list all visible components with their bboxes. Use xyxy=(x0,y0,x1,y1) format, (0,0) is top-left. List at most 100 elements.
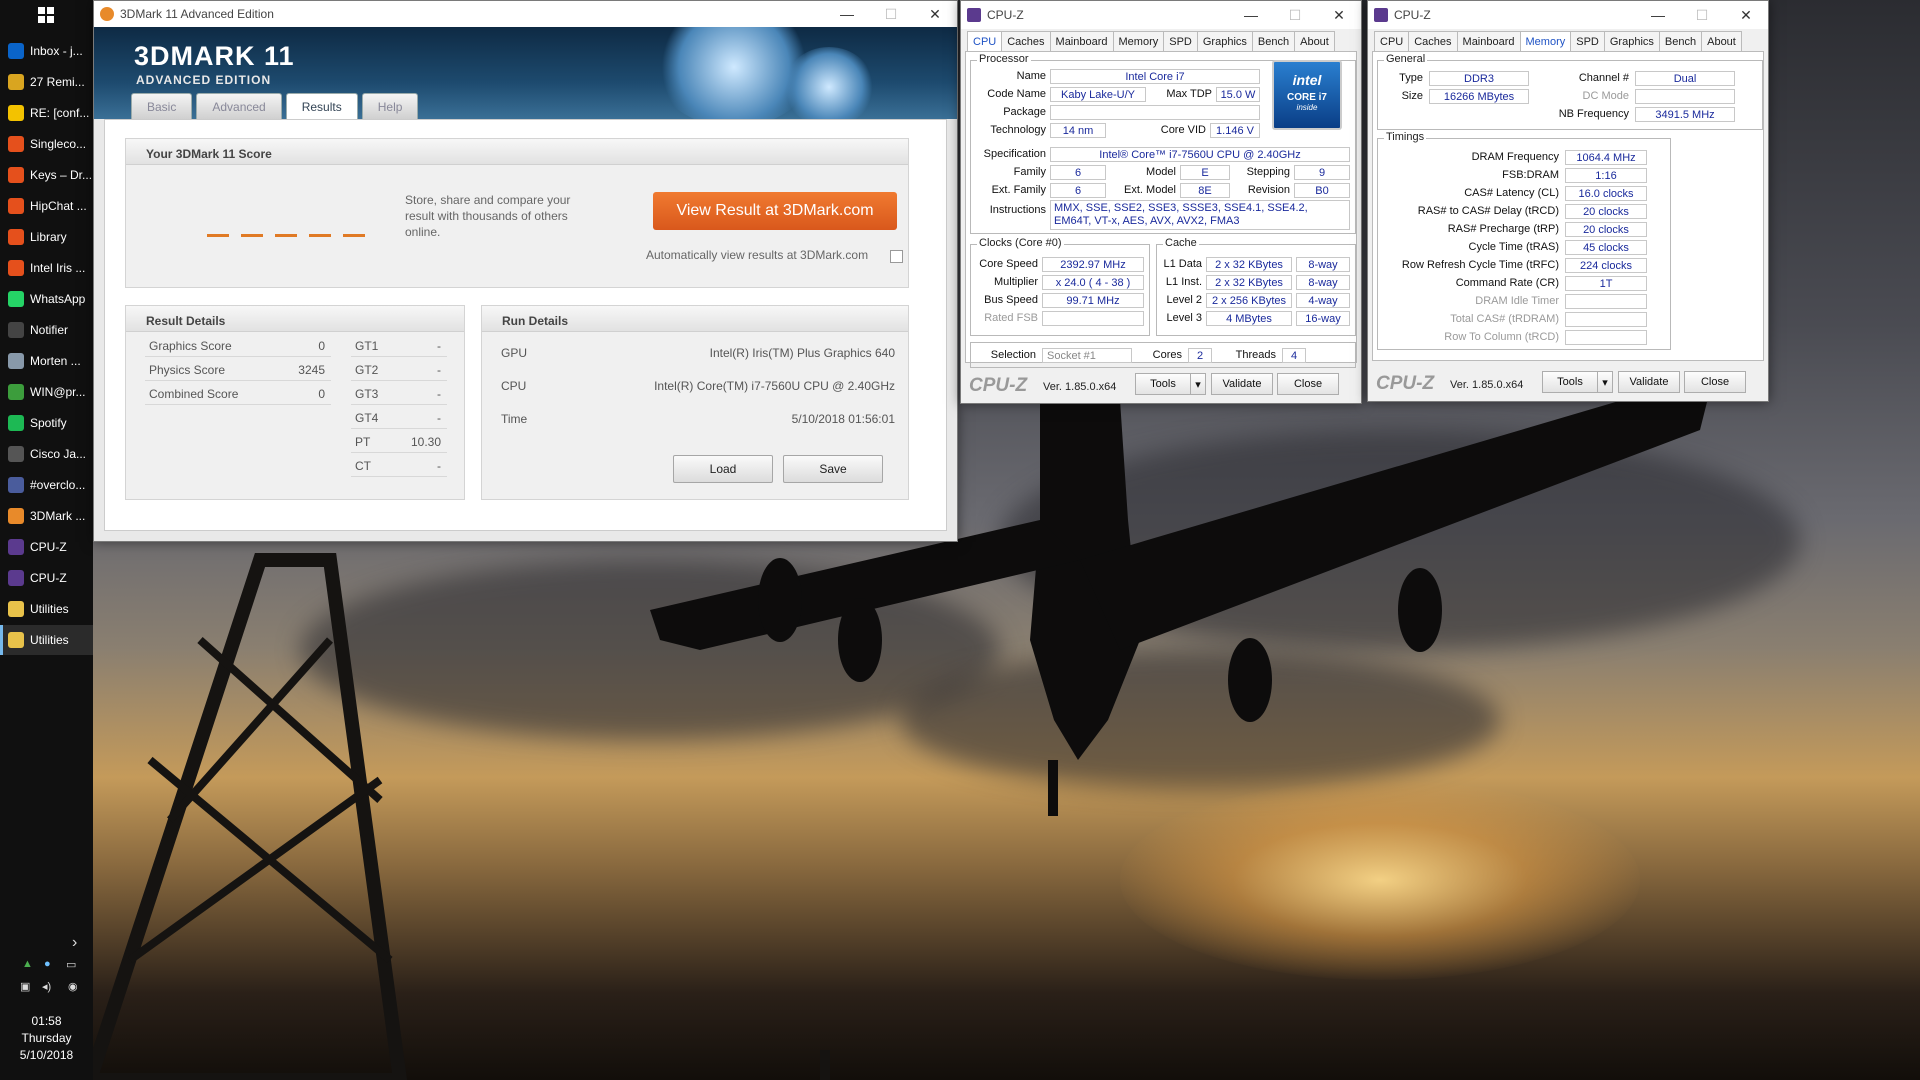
tab-about[interactable]: About xyxy=(1294,31,1335,51)
network-icon[interactable]: ▣ xyxy=(20,980,30,993)
taskbar-item[interactable]: Utilities xyxy=(0,594,93,624)
score-dash xyxy=(309,234,331,237)
nb-frequency-value: 3491.5 MHz xyxy=(1635,107,1735,122)
timing-value: 45 clocks xyxy=(1565,240,1647,255)
validate-button[interactable]: Validate xyxy=(1618,371,1680,393)
tab-memory[interactable]: Memory xyxy=(1519,31,1572,51)
tab-mainboard[interactable]: Mainboard xyxy=(1456,31,1521,51)
timing-label: Total CAS# (tRDRAM) xyxy=(1450,313,1559,325)
firefox-icon xyxy=(8,229,24,245)
tab-about[interactable]: About xyxy=(1701,31,1742,51)
close-cpuz-button[interactable]: Close xyxy=(1277,373,1339,395)
socket-select[interactable]: Socket #1 xyxy=(1042,348,1132,363)
revision-label: Revision xyxy=(1247,184,1290,196)
tools-dropdown-arrow-icon[interactable]: ▾ xyxy=(1190,373,1206,395)
level3-ways: 16-way xyxy=(1296,311,1350,326)
tab-cpu[interactable]: CPU xyxy=(967,31,1003,51)
tab-help[interactable]: Help xyxy=(361,93,419,119)
notification-icon[interactable]: ◉ xyxy=(68,980,78,993)
close-cpuz-button[interactable]: Close xyxy=(1684,371,1746,393)
close-button[interactable]: ✕ xyxy=(1317,7,1361,24)
tab-graphics[interactable]: Graphics xyxy=(1603,31,1660,51)
timing-label: CAS# Latency (CL) xyxy=(1464,187,1559,199)
tray-cloud-icon[interactable]: ● xyxy=(44,958,51,970)
cpuz-titlebar[interactable]: CPU-Z — ☐ ✕ xyxy=(961,1,1361,29)
cpuz-version: Ver. 1.85.0.x64 xyxy=(1043,381,1117,393)
core-speed-label: Core Speed xyxy=(979,258,1038,270)
bus-speed-value: 99.71 MHz xyxy=(1042,293,1144,308)
taskbar-item[interactable]: Inbox - j... xyxy=(0,36,93,66)
tab-spd[interactable]: SPD xyxy=(1163,31,1198,51)
minimize-button[interactable]: — xyxy=(825,6,869,23)
battery-icon[interactable]: ▭ xyxy=(66,958,76,971)
taskbar-item[interactable]: Spotify xyxy=(0,408,93,438)
cpuz-logo: CPU-Z xyxy=(1376,373,1435,394)
tab-bench[interactable]: Bench xyxy=(1251,31,1296,51)
taskbar-item[interactable]: CPU-Z xyxy=(0,532,93,562)
tab-basic[interactable]: Basic xyxy=(131,93,193,119)
score-dash xyxy=(207,234,229,237)
tab-caches[interactable]: Caches xyxy=(1408,31,1458,51)
clock-time: 01:58 xyxy=(31,1014,62,1028)
whatsapp-icon xyxy=(8,291,24,307)
l1-data-label: L1 Data xyxy=(1163,258,1202,270)
volume-icon[interactable]: ◂) xyxy=(42,980,51,993)
tab-memory[interactable]: Memory xyxy=(1112,31,1165,51)
taskbar-item[interactable]: Cisco Ja... xyxy=(0,439,93,469)
taskbar-item[interactable]: RE: [conf... xyxy=(0,98,93,128)
close-button[interactable]: ✕ xyxy=(913,6,957,23)
tab-spd[interactable]: SPD xyxy=(1570,31,1605,51)
taskbar-item[interactable]: Intel Iris ... xyxy=(0,253,93,283)
tab-caches[interactable]: Caches xyxy=(1001,31,1051,51)
taskbar-item[interactable]: HipChat ... xyxy=(0,191,93,221)
taskbar-item-label: 27 Remi... xyxy=(30,75,85,89)
intel-inside: inside xyxy=(1296,103,1318,112)
taskbar-item[interactable]: Utilities xyxy=(0,625,93,655)
tools-button[interactable]: Tools xyxy=(1135,373,1191,395)
save-button[interactable]: Save xyxy=(783,455,883,483)
validate-button[interactable]: Validate xyxy=(1211,373,1273,395)
tray-green-icon[interactable]: ▲ xyxy=(22,958,33,970)
taskbar-item[interactable]: 27 Remi... xyxy=(0,67,93,97)
tab-advanced[interactable]: Advanced xyxy=(196,93,282,119)
tab-results[interactable]: Results xyxy=(285,93,358,119)
tab-cpu[interactable]: CPU xyxy=(1374,31,1410,51)
timing-label: DRAM Idle Timer xyxy=(1475,295,1559,307)
load-button[interactable]: Load xyxy=(673,455,773,483)
tools-button[interactable]: Tools xyxy=(1542,371,1598,393)
cpuz-titlebar[interactable]: CPU-Z — ☐ ✕ xyxy=(1368,1,1768,29)
taskbar-item[interactable]: Morten ... xyxy=(0,346,93,376)
tab-bench[interactable]: Bench xyxy=(1658,31,1703,51)
spotify-icon xyxy=(8,415,24,431)
taskbar-item[interactable]: CPU-Z xyxy=(0,563,93,593)
taskbar-clock[interactable]: 01:58 Thursday 5/10/2018 xyxy=(0,1013,93,1064)
maximize-button[interactable]: ☐ xyxy=(869,6,913,23)
start-button[interactable] xyxy=(0,0,93,30)
show-hidden-icons-chevron-icon[interactable]: › xyxy=(72,934,77,952)
taskbar-item[interactable]: Singleco... xyxy=(0,129,93,159)
intel-line: CORE i7 xyxy=(1286,92,1327,103)
maximize-button[interactable]: ☐ xyxy=(1273,7,1317,24)
clock-date: 5/10/2018 xyxy=(19,1048,74,1062)
maximize-button[interactable]: ☐ xyxy=(1680,7,1724,24)
taskbar-item[interactable]: Keys – Dr... xyxy=(0,160,93,190)
taskbar-item[interactable]: 3DMark ... xyxy=(0,501,93,531)
3dmark-titlebar[interactable]: 3DMark 11 Advanced Edition — ☐ ✕ xyxy=(94,1,957,27)
minimize-button[interactable]: — xyxy=(1229,7,1273,24)
tab-mainboard[interactable]: Mainboard xyxy=(1049,31,1114,51)
firefox-icon xyxy=(8,136,24,152)
view-result-button[interactable]: View Result at 3DMark.com xyxy=(653,192,897,230)
tools-dropdown-arrow-icon[interactable]: ▾ xyxy=(1597,371,1613,393)
taskbar-item[interactable]: WIN@pr... xyxy=(0,377,93,407)
close-button[interactable]: ✕ xyxy=(1724,7,1768,24)
tab-graphics[interactable]: Graphics xyxy=(1196,31,1253,51)
size-value: 16266 MBytes xyxy=(1429,89,1529,104)
ext-model-label: Ext. Model xyxy=(1124,184,1176,196)
taskbar-item[interactable]: Library xyxy=(0,222,93,252)
channel-value: Dual xyxy=(1635,71,1735,86)
taskbar-item[interactable]: Notifier xyxy=(0,315,93,345)
auto-view-checkbox[interactable] xyxy=(890,250,903,263)
taskbar-item[interactable]: WhatsApp xyxy=(0,284,93,314)
minimize-button[interactable]: — xyxy=(1636,7,1680,24)
taskbar-item[interactable]: #overclo... xyxy=(0,470,93,500)
